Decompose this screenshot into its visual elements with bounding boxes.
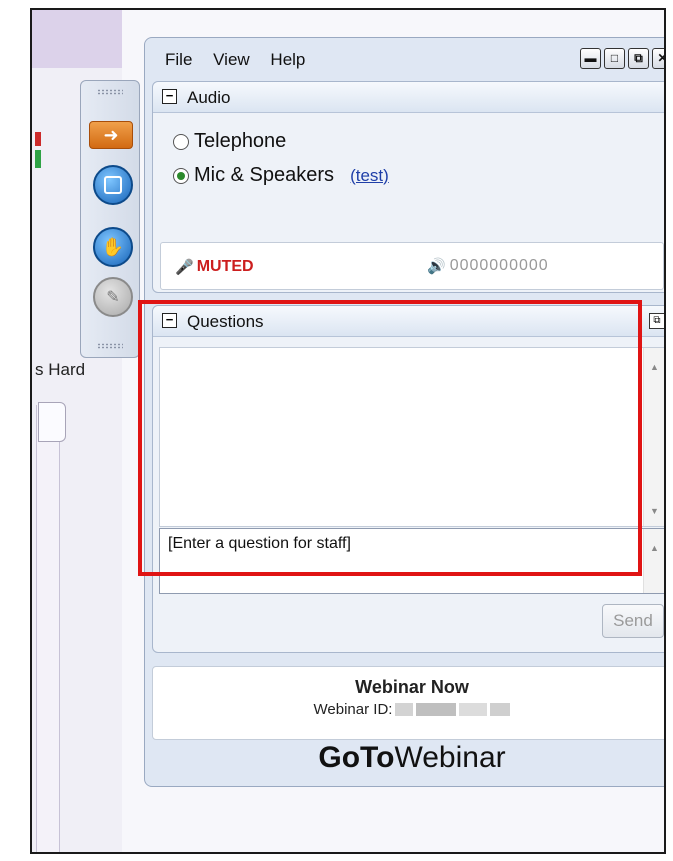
minimize-icon[interactable]: ▬: [580, 48, 601, 69]
close-icon[interactable]: ✕: [652, 48, 664, 69]
background-red-marker: [35, 132, 41, 146]
restore-icon[interactable]: □: [604, 48, 625, 69]
window-controls: ▬ □ ⧉ ✕: [580, 48, 664, 69]
volume-meter: 0000000000: [449, 257, 549, 274]
menu-help[interactable]: Help: [270, 50, 305, 69]
scroll-up-icon[interactable]: ▲: [650, 362, 659, 372]
telephone-label: Telephone: [194, 130, 287, 152]
speaker-icon: 🔊: [427, 258, 447, 275]
microphone-icon: 🎤: [175, 259, 194, 276]
test-audio-link[interactable]: (test): [350, 166, 389, 186]
audio-section-header: − Audio: [153, 82, 664, 113]
popout-icon[interactable]: ⧉: [628, 48, 649, 69]
questions-log-scrollbar[interactable]: ▲ ▼: [643, 348, 664, 526]
speaker-level: 🔊 0000000000: [427, 257, 549, 275]
collapse-audio-icon[interactable]: −: [162, 89, 177, 104]
webinar-id-redacted: [490, 703, 511, 716]
background-tab: [38, 402, 66, 442]
audio-section: − Audio Telephone Mic & Speakers (test) …: [152, 81, 664, 293]
show-hide-panel-arrow-icon[interactable]: ➜: [89, 121, 133, 149]
brand-light: Webinar: [394, 741, 506, 774]
webinar-id-row: Webinar ID:: [153, 701, 664, 718]
menu-bar: File View Help: [165, 50, 321, 70]
screen-icon[interactable]: [93, 165, 133, 205]
audio-title: Audio: [187, 88, 231, 107]
background-partial-text: s Hard: [35, 360, 86, 379]
mic-status-label: MUTED: [196, 258, 254, 275]
webinar-name: Webinar Now: [355, 677, 469, 697]
highlight-box: [138, 300, 642, 576]
menu-file[interactable]: File: [165, 50, 192, 69]
telephone-radio[interactable]: [173, 133, 189, 150]
mic-speakers-label: Mic & Speakers: [194, 164, 335, 186]
menu-view[interactable]: View: [213, 50, 250, 69]
background-pane-lines: [36, 405, 60, 852]
webinar-id-redacted: [459, 703, 488, 716]
control-toolbar: ➜ ✋ ✎: [80, 80, 140, 358]
send-button[interactable]: Send: [602, 604, 664, 638]
mic-speakers-option[interactable]: Mic & Speakers (test): [173, 164, 389, 187]
question-input-scrollbar[interactable]: ▲: [643, 529, 664, 593]
mic-speakers-radio[interactable]: [173, 167, 189, 184]
webinar-id-redacted: [395, 703, 414, 716]
background-green-marker: [35, 150, 41, 168]
webinar-id-label: Webinar ID:: [313, 701, 393, 718]
toolbar-grip-bottom[interactable]: [97, 343, 123, 349]
input-scroll-up-icon[interactable]: ▲: [650, 543, 659, 553]
background-app-header: [32, 10, 122, 68]
toolbar-grip-top[interactable]: [97, 89, 123, 95]
audio-status-box: 🎤 MUTED 🔊 0000000000: [160, 242, 664, 290]
brand-bold: GoTo: [318, 741, 395, 774]
scroll-down-icon[interactable]: ▼: [650, 506, 659, 516]
raise-hand-icon[interactable]: ✋: [93, 227, 133, 267]
screenshot-frame: s Hard ➜ ✋ ✎ File View Help ▬ □ ⧉ ✕ − Au…: [30, 8, 666, 854]
drawing-tools-icon[interactable]: ✎: [93, 277, 133, 317]
popout-questions-icon[interactable]: ⧉: [649, 313, 664, 329]
screen-square-icon: [104, 176, 122, 194]
webinar-info: Webinar Now Webinar ID:: [152, 666, 664, 740]
mic-status[interactable]: 🎤 MUTED: [175, 258, 254, 276]
telephone-option[interactable]: Telephone: [173, 130, 286, 153]
gotowebinar-logo: GoToWebinar: [145, 741, 664, 775]
webinar-id-redacted: [416, 703, 457, 716]
